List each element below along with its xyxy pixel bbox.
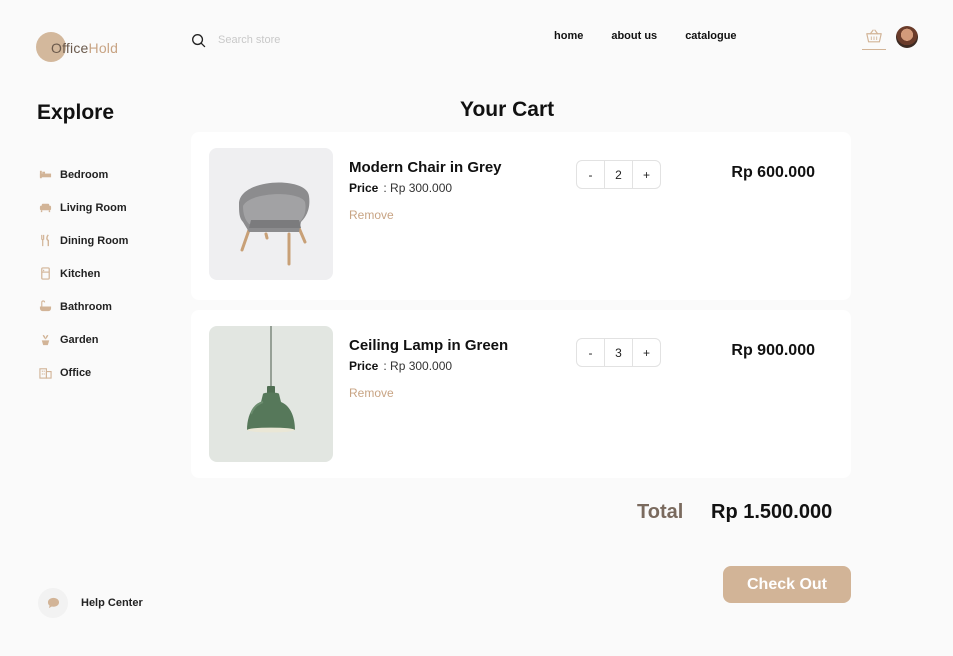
sidebar-item-bathroom[interactable]: Bathroom [38,290,128,323]
increment-button[interactable]: + [633,161,660,188]
search-bar[interactable] [191,31,391,49]
sidebar-item-label: Kitchen [60,267,101,280]
line-total: Rp 600.000 [731,164,815,181]
sidebar-item-garden[interactable]: Garden [38,323,128,356]
sofa-icon [38,201,52,215]
quantity-value[interactable]: 2 [604,161,633,188]
product-name: Ceiling Lamp in Green [349,337,509,354]
fridge-icon [38,267,52,281]
chat-bubble-icon [38,588,68,618]
product-image-lamp [209,326,333,462]
sidebar-item-label: Living Room [60,201,127,214]
brand-logo[interactable]: OfficeHold [36,32,156,62]
utensils-icon [38,234,52,248]
total-label: Total [637,501,684,523]
decrement-button[interactable]: - [577,161,604,188]
category-list: Bedroom Living Room Dining Room Kitchen … [38,158,128,389]
plant-icon [38,333,52,347]
cart-item: Ceiling Lamp in Green Price: Rp 300.000 … [191,310,851,478]
avatar[interactable] [896,26,918,48]
quantity-stepper: - 3 + [576,338,661,367]
sidebar-item-bedroom[interactable]: Bedroom [38,158,128,191]
product-price: Price: Rp 300.000 [349,181,453,195]
sidebar-item-label: Garden [60,333,99,346]
quantity-stepper: - 2 + [576,160,661,189]
search-input[interactable] [218,34,378,46]
sidebar-item-label: Bedroom [60,168,109,181]
sidebar-item-kitchen[interactable]: Kitchen [38,257,128,290]
page-title: Your Cart [460,98,555,121]
sidebar-item-living-room[interactable]: Living Room [38,191,128,224]
line-total: Rp 900.000 [731,342,815,359]
product-image-chair [209,148,333,280]
sidebar-title: Explore [37,101,115,124]
basket-icon [866,29,882,43]
bathtub-icon [38,300,52,314]
remove-button[interactable]: Remove [349,208,394,222]
brand-name: OfficeHold [51,40,119,56]
decrement-button[interactable]: - [577,339,604,366]
sidebar-item-dining-room[interactable]: Dining Room [38,224,128,257]
top-nav: home about us catalogue [540,30,751,42]
product-price: Price: Rp 300.000 [349,359,453,373]
quantity-value[interactable]: 3 [604,339,633,366]
product-name: Modern Chair in Grey [349,159,502,176]
increment-button[interactable]: + [633,339,660,366]
sidebar-item-office[interactable]: Office [38,356,128,389]
nav-catalogue[interactable]: catalogue [685,30,736,42]
sidebar-item-label: Office [60,366,92,379]
total-value: Rp 1.500.000 [711,501,833,523]
bed-icon [38,168,52,182]
sidebar-item-label: Bathroom [60,300,112,313]
help-center-link[interactable]: Help Center [38,588,143,618]
building-icon [38,366,52,380]
sidebar-item-label: Dining Room [60,234,129,247]
search-icon[interactable] [191,33,206,48]
cart-button[interactable] [862,28,886,50]
nav-home[interactable]: home [554,30,583,42]
checkout-button[interactable]: Check Out [723,566,851,603]
cart-item: Modern Chair in Grey Price: Rp 300.000 R… [191,132,851,300]
help-center-label: Help Center [81,597,143,609]
remove-button[interactable]: Remove [349,386,394,400]
nav-about-us[interactable]: about us [611,30,657,42]
